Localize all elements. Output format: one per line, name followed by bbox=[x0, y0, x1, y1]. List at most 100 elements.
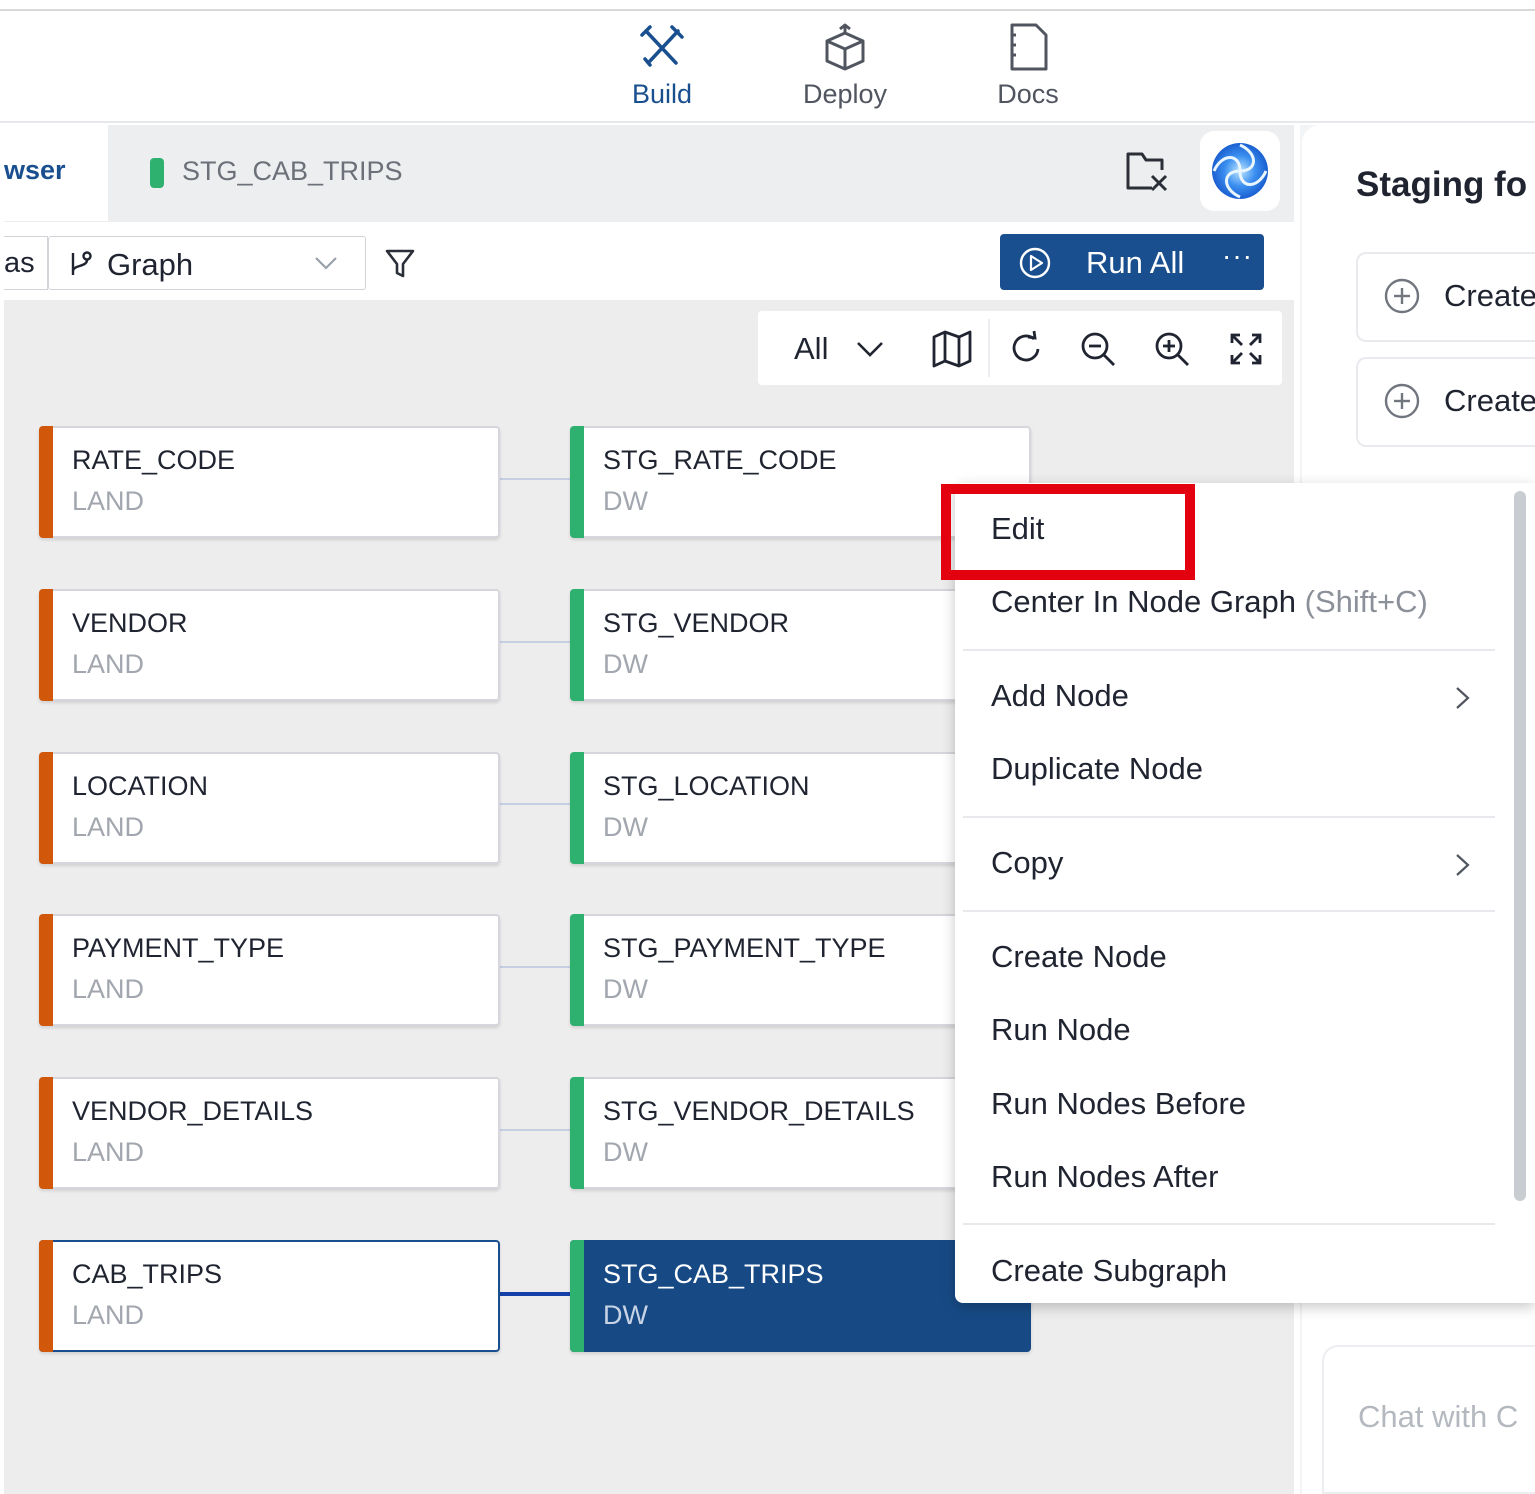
node-type: LAND bbox=[72, 812, 145, 842]
graph-controls: All bbox=[758, 311, 1282, 385]
node-type-stripe bbox=[39, 426, 53, 538]
node-cab-trips[interactable]: CAB_TRIPS LAND bbox=[39, 1240, 500, 1352]
controls-divider bbox=[988, 319, 990, 377]
menu-separator bbox=[963, 910, 1495, 912]
chevron-right-icon bbox=[1456, 854, 1470, 876]
zoom-out-icon[interactable] bbox=[1076, 327, 1120, 371]
node-name: STG_PAYMENT_TYPE bbox=[603, 933, 886, 963]
node-name: VENDOR bbox=[72, 608, 188, 638]
nav-docs[interactable]: Docs bbox=[958, 21, 1098, 110]
view-selector-partial-label: as bbox=[4, 247, 35, 279]
node-type: DW bbox=[603, 1300, 648, 1330]
minimap-icon[interactable] bbox=[930, 327, 974, 371]
plus-circle-icon bbox=[1384, 278, 1420, 314]
edge bbox=[495, 478, 572, 480]
chevron-down-icon[interactable] bbox=[850, 327, 894, 371]
menu-item-center-shortcut: (Shift+C) bbox=[1304, 584, 1428, 619]
node-name: STG_RATE_CODE bbox=[603, 445, 837, 475]
create-option[interactable]: Create bbox=[1356, 252, 1535, 342]
nav-deploy-label: Deploy bbox=[802, 79, 888, 109]
menu-scrollbar[interactable] bbox=[1514, 491, 1526, 1201]
nav-docs-label: Docs bbox=[997, 79, 1059, 109]
play-circle-icon bbox=[1019, 247, 1051, 279]
plus-circle-icon bbox=[1384, 383, 1420, 419]
zoom-in-icon[interactable] bbox=[1150, 327, 1194, 371]
chat-input[interactable]: Chat with C bbox=[1322, 1345, 1535, 1494]
node-name: PAYMENT_TYPE bbox=[72, 933, 285, 963]
close-all-tabs-icon[interactable] bbox=[1122, 148, 1172, 194]
node-type-stripe bbox=[39, 914, 53, 1026]
node-location[interactable]: LOCATION LAND bbox=[39, 752, 500, 864]
node-type: LAND bbox=[72, 1300, 145, 1330]
filter-icon[interactable] bbox=[380, 243, 420, 283]
create-option-label: Create bbox=[1444, 383, 1535, 418]
node-type-stripe bbox=[570, 589, 584, 701]
node-type-stripe bbox=[570, 752, 584, 864]
edge bbox=[495, 966, 572, 968]
menu-item-run-nodes-before[interactable]: Run Nodes Before bbox=[991, 1086, 1246, 1122]
nav-build[interactable]: Build bbox=[592, 21, 732, 110]
chat-input-placeholder: Chat with C bbox=[1358, 1399, 1519, 1434]
node-type: DW bbox=[603, 1137, 648, 1167]
menu-item-run-nodes-after[interactable]: Run Nodes After bbox=[991, 1159, 1218, 1195]
node-type: LAND bbox=[72, 649, 145, 679]
menu-separator bbox=[963, 1223, 1495, 1225]
menu-item-copy[interactable]: Copy bbox=[991, 845, 1063, 881]
edge bbox=[495, 803, 572, 805]
node-name: STG_LOCATION bbox=[603, 771, 810, 801]
edge bbox=[495, 1129, 572, 1131]
menu-separator bbox=[963, 816, 1495, 818]
menu-item-center-in-node-graph[interactable]: Center In Node Graph (Shift+C) bbox=[991, 584, 1428, 620]
tab-browser[interactable]: wser bbox=[4, 125, 108, 221]
node-rate-code[interactable]: RATE_CODE LAND bbox=[39, 426, 500, 538]
node-name: VENDOR_DETAILS bbox=[72, 1096, 314, 1126]
graph-view-select-label: Graph bbox=[107, 247, 194, 282]
create-option-label: Create bbox=[1444, 278, 1535, 313]
node-filter-select[interactable]: All bbox=[794, 331, 828, 367]
menu-item-create-node[interactable]: Create Node bbox=[991, 939, 1167, 975]
menu-separator bbox=[963, 649, 1495, 651]
node-type: LAND bbox=[72, 486, 145, 516]
node-name: LOCATION bbox=[72, 771, 209, 801]
run-all-button[interactable]: Run All ··· bbox=[1000, 234, 1264, 290]
node-context-menu: Edit Center In Node Graph (Shift+C) Add … bbox=[955, 483, 1535, 1303]
view-selector-partial[interactable]: as bbox=[4, 236, 48, 290]
menu-item-duplicate-node[interactable]: Duplicate Node bbox=[991, 751, 1203, 787]
nav-build-label: Build bbox=[631, 79, 693, 109]
node-type: DW bbox=[603, 649, 648, 679]
tab-type-indicator bbox=[150, 158, 164, 188]
refresh-icon[interactable] bbox=[1004, 327, 1048, 371]
chevron-right-icon bbox=[1456, 687, 1470, 709]
top-navigation: Build Deploy Docs bbox=[0, 11, 1535, 123]
ai-assistant-button[interactable] bbox=[1200, 131, 1280, 211]
fit-view-icon[interactable] bbox=[1224, 327, 1268, 371]
node-vendor-details[interactable]: VENDOR_DETAILS LAND bbox=[39, 1077, 500, 1189]
node-type-stripe bbox=[570, 426, 584, 538]
node-type: LAND bbox=[72, 1137, 145, 1167]
edge bbox=[495, 641, 572, 643]
node-payment-type[interactable]: PAYMENT_TYPE LAND bbox=[39, 914, 500, 1026]
build-icon bbox=[640, 25, 684, 67]
menu-item-add-node[interactable]: Add Node bbox=[991, 678, 1129, 714]
node-type-stripe bbox=[570, 914, 584, 1026]
node-type: LAND bbox=[72, 974, 145, 1004]
right-panel-title: Staging fo bbox=[1356, 165, 1528, 204]
node-type-stripe bbox=[39, 752, 53, 864]
run-all-more-button[interactable]: ··· bbox=[1222, 240, 1253, 272]
chevron-down-icon bbox=[315, 257, 337, 270]
node-vendor[interactable]: VENDOR LAND bbox=[39, 589, 500, 701]
node-name: CAB_TRIPS bbox=[72, 1259, 223, 1289]
nav-deploy[interactable]: Deploy bbox=[775, 21, 915, 110]
node-type: DW bbox=[603, 812, 648, 842]
graph-view-select[interactable]: Graph bbox=[48, 236, 366, 290]
node-name: STG_VENDOR bbox=[603, 608, 790, 638]
edge-selected bbox=[495, 1292, 572, 1296]
tab-browser-label: wser bbox=[4, 155, 66, 185]
node-type-stripe bbox=[570, 1240, 584, 1352]
menu-item-create-subgraph[interactable]: Create Subgraph bbox=[991, 1253, 1227, 1289]
node-type: DW bbox=[603, 974, 648, 1004]
create-option[interactable]: Create bbox=[1356, 357, 1535, 447]
deploy-icon bbox=[825, 23, 865, 71]
menu-item-run-node[interactable]: Run Node bbox=[991, 1012, 1131, 1048]
docs-icon bbox=[1010, 23, 1048, 71]
